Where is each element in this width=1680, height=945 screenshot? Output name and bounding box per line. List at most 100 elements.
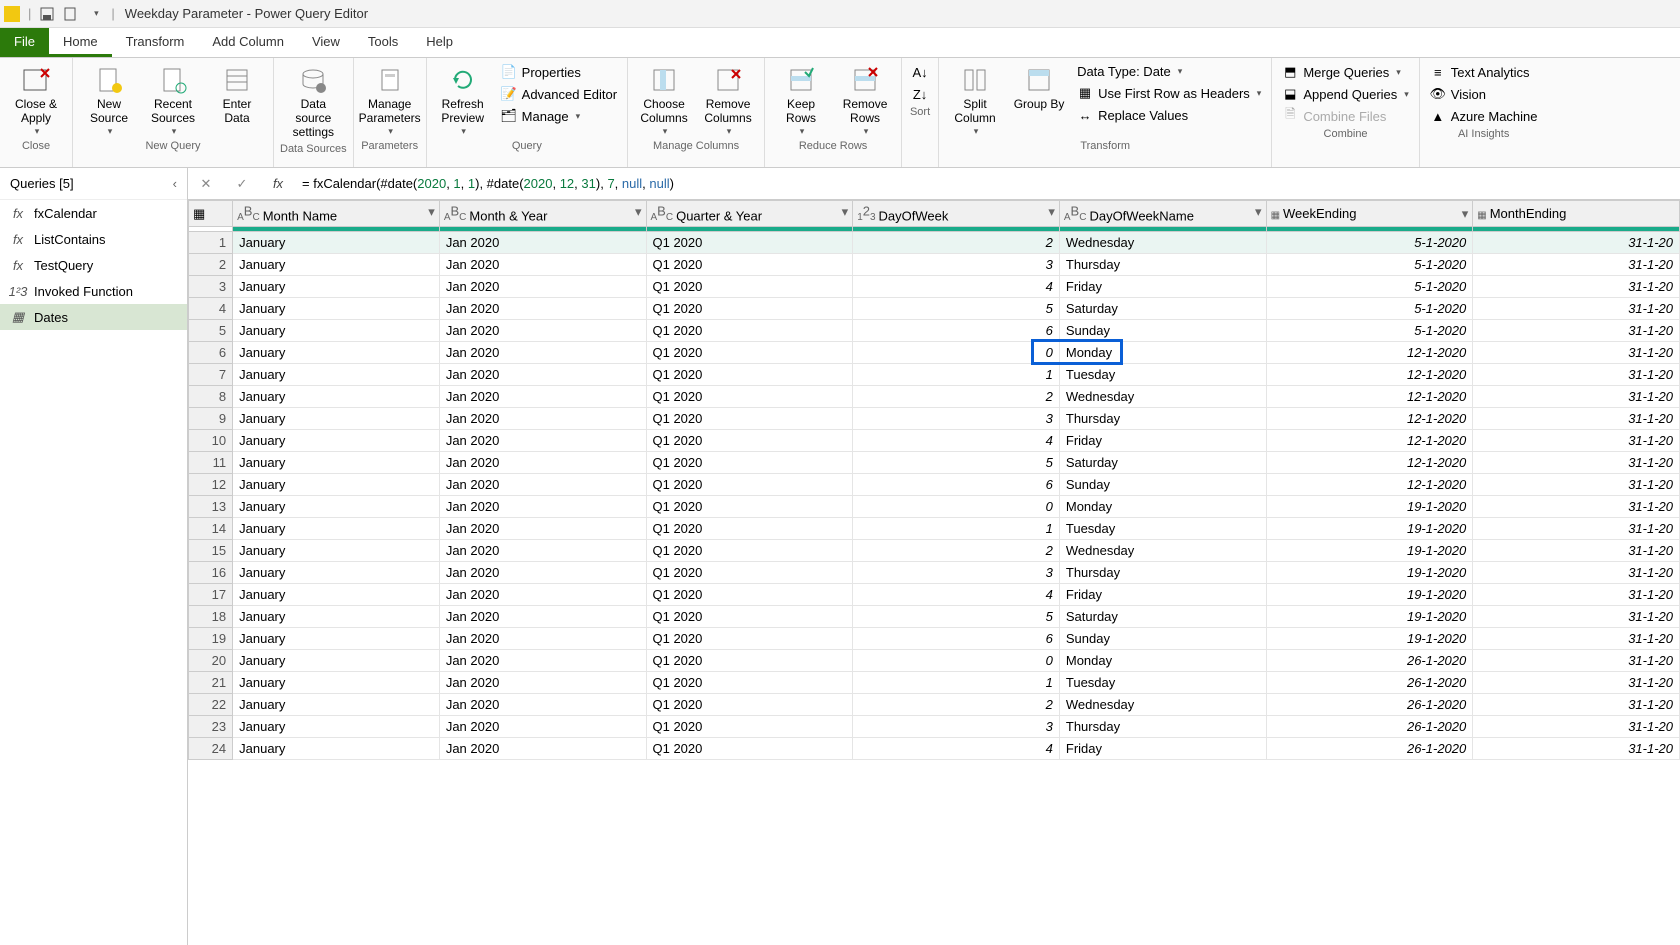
row-number[interactable]: 2 bbox=[189, 254, 233, 276]
cell-month[interactable]: January bbox=[233, 694, 440, 716]
cell-week-ending[interactable]: 12-1-2020 bbox=[1266, 452, 1473, 474]
cell-month-ending[interactable]: 31-1-20 bbox=[1473, 540, 1680, 562]
cell-month-ending[interactable]: 31-1-20 bbox=[1473, 496, 1680, 518]
properties-button[interactable]: 📄Properties bbox=[497, 62, 621, 82]
tab-help[interactable]: Help bbox=[412, 28, 467, 57]
query-item-invoked-function[interactable]: 1²3Invoked Function bbox=[0, 278, 187, 304]
cell-week-ending[interactable]: 5-1-2020 bbox=[1266, 276, 1473, 298]
cell-month-ending[interactable]: 31-1-20 bbox=[1473, 694, 1680, 716]
cell-day-of-week[interactable]: 3 bbox=[853, 716, 1060, 738]
cell-day-of-week-name[interactable]: Wednesday bbox=[1059, 694, 1266, 716]
cell-month-year[interactable]: Jan 2020 bbox=[439, 232, 646, 254]
cell-month-ending[interactable]: 31-1-20 bbox=[1473, 716, 1680, 738]
table-row[interactable]: 7JanuaryJan 2020Q1 20201Tuesday12-1-2020… bbox=[189, 364, 1680, 386]
text-analytics-button[interactable]: ≡Text Analytics bbox=[1426, 62, 1542, 82]
cell-month-year[interactable]: Jan 2020 bbox=[439, 254, 646, 276]
col-quarter-year[interactable]: ABCQuarter & Year▾ bbox=[646, 201, 853, 227]
cell-month[interactable]: January bbox=[233, 232, 440, 254]
table-row[interactable]: 6JanuaryJan 2020Q1 20200Monday12-1-20203… bbox=[189, 342, 1680, 364]
table-row[interactable]: 24JanuaryJan 2020Q1 20204Friday26-1-2020… bbox=[189, 738, 1680, 760]
cell-quarter-year[interactable]: Q1 2020 bbox=[646, 716, 853, 738]
filter-icon[interactable]: ▾ bbox=[842, 204, 849, 220]
table-row[interactable]: 5JanuaryJan 2020Q1 20206Sunday5-1-202031… bbox=[189, 320, 1680, 342]
cell-month[interactable]: January bbox=[233, 364, 440, 386]
cell-month-year[interactable]: Jan 2020 bbox=[439, 276, 646, 298]
cell-week-ending[interactable]: 12-1-2020 bbox=[1266, 474, 1473, 496]
data-grid[interactable]: ▦ ABCMonth Name▾ ABCMonth & Year▾ ABCQua… bbox=[188, 200, 1680, 945]
collapse-pane-icon[interactable]: ‹ bbox=[173, 176, 177, 191]
cell-month-ending[interactable]: 31-1-20 bbox=[1473, 320, 1680, 342]
table-row[interactable]: 2JanuaryJan 2020Q1 20203Thursday5-1-2020… bbox=[189, 254, 1680, 276]
cell-quarter-year[interactable]: Q1 2020 bbox=[646, 474, 853, 496]
cell-day-of-week[interactable]: 3 bbox=[853, 408, 1060, 430]
cell-week-ending[interactable]: 26-1-2020 bbox=[1266, 694, 1473, 716]
cell-month-year[interactable]: Jan 2020 bbox=[439, 672, 646, 694]
filter-icon[interactable]: ▾ bbox=[635, 204, 642, 220]
cell-day-of-week[interactable]: 4 bbox=[853, 276, 1060, 298]
cell-day-of-week-name[interactable]: Wednesday bbox=[1059, 386, 1266, 408]
cell-month-ending[interactable]: 31-1-20 bbox=[1473, 606, 1680, 628]
filter-icon[interactable]: ▾ bbox=[1048, 204, 1055, 220]
qat-more-icon[interactable] bbox=[86, 5, 104, 23]
cell-day-of-week-name[interactable]: Sunday bbox=[1059, 474, 1266, 496]
recent-sources-button[interactable]: Recent Sources bbox=[143, 62, 203, 138]
cell-month-ending[interactable]: 31-1-20 bbox=[1473, 342, 1680, 364]
cell-day-of-week-name[interactable]: Saturday bbox=[1059, 452, 1266, 474]
table-row[interactable]: 10JanuaryJan 2020Q1 20204Friday12-1-2020… bbox=[189, 430, 1680, 452]
cell-month-year[interactable]: Jan 2020 bbox=[439, 386, 646, 408]
cell-week-ending[interactable]: 26-1-2020 bbox=[1266, 650, 1473, 672]
row-number[interactable]: 15 bbox=[189, 540, 233, 562]
cell-day-of-week-name[interactable]: Monday bbox=[1059, 496, 1266, 518]
row-number[interactable]: 24 bbox=[189, 738, 233, 760]
cell-day-of-week[interactable]: 5 bbox=[853, 452, 1060, 474]
cell-quarter-year[interactable]: Q1 2020 bbox=[646, 496, 853, 518]
cell-month-year[interactable]: Jan 2020 bbox=[439, 408, 646, 430]
enter-data-button[interactable]: Enter Data bbox=[207, 62, 267, 128]
cell-week-ending[interactable]: 12-1-2020 bbox=[1266, 430, 1473, 452]
cell-quarter-year[interactable]: Q1 2020 bbox=[646, 320, 853, 342]
cell-month[interactable]: January bbox=[233, 738, 440, 760]
table-row[interactable]: 3JanuaryJan 2020Q1 20204Friday5-1-202031… bbox=[189, 276, 1680, 298]
cell-week-ending[interactable]: 19-1-2020 bbox=[1266, 518, 1473, 540]
cell-quarter-year[interactable]: Q1 2020 bbox=[646, 364, 853, 386]
row-number[interactable]: 1 bbox=[189, 232, 233, 254]
cell-month-year[interactable]: Jan 2020 bbox=[439, 320, 646, 342]
row-number[interactable]: 16 bbox=[189, 562, 233, 584]
cell-month[interactable]: January bbox=[233, 474, 440, 496]
filter-icon[interactable]: ▾ bbox=[1462, 206, 1469, 222]
table-row[interactable]: 12JanuaryJan 2020Q1 20206Sunday12-1-2020… bbox=[189, 474, 1680, 496]
cell-month-year[interactable]: Jan 2020 bbox=[439, 738, 646, 760]
cell-week-ending[interactable]: 19-1-2020 bbox=[1266, 584, 1473, 606]
cell-quarter-year[interactable]: Q1 2020 bbox=[646, 232, 853, 254]
combine-files-button[interactable]: 🗎Combine Files bbox=[1278, 106, 1412, 126]
table-row[interactable]: 19JanuaryJan 2020Q1 20206Sunday19-1-2020… bbox=[189, 628, 1680, 650]
cell-day-of-week-name[interactable]: Sunday bbox=[1059, 320, 1266, 342]
cell-month[interactable]: January bbox=[233, 430, 440, 452]
cell-quarter-year[interactable]: Q1 2020 bbox=[646, 650, 853, 672]
filter-icon[interactable]: ▾ bbox=[428, 204, 435, 220]
cell-day-of-week[interactable]: 2 bbox=[853, 232, 1060, 254]
row-number[interactable]: 9 bbox=[189, 408, 233, 430]
cell-month[interactable]: January bbox=[233, 320, 440, 342]
sort-desc-button[interactable]: Z↓ bbox=[908, 84, 932, 104]
table-row[interactable]: 21JanuaryJan 2020Q1 20201Tuesday26-1-202… bbox=[189, 672, 1680, 694]
manage-parameters-button[interactable]: Manage Parameters bbox=[360, 62, 420, 138]
query-item-dates[interactable]: ▦Dates bbox=[0, 304, 187, 330]
cell-week-ending[interactable]: 12-1-2020 bbox=[1266, 364, 1473, 386]
row-number[interactable]: 14 bbox=[189, 518, 233, 540]
row-number[interactable]: 20 bbox=[189, 650, 233, 672]
col-month-year[interactable]: ABCMonth & Year▾ bbox=[439, 201, 646, 227]
cell-day-of-week-name[interactable]: Saturday bbox=[1059, 606, 1266, 628]
cell-day-of-week[interactable]: 1 bbox=[853, 518, 1060, 540]
row-number[interactable]: 21 bbox=[189, 672, 233, 694]
cell-day-of-week-name[interactable]: Friday bbox=[1059, 430, 1266, 452]
cell-day-of-week[interactable]: 0 bbox=[853, 650, 1060, 672]
cell-quarter-year[interactable]: Q1 2020 bbox=[646, 298, 853, 320]
query-item-fxcalendar[interactable]: fxfxCalendar bbox=[0, 200, 187, 226]
cell-day-of-week-name[interactable]: Thursday bbox=[1059, 254, 1266, 276]
cell-month-year[interactable]: Jan 2020 bbox=[439, 606, 646, 628]
cell-quarter-year[interactable]: Q1 2020 bbox=[646, 254, 853, 276]
remove-rows-button[interactable]: Remove Rows bbox=[835, 62, 895, 138]
cell-month[interactable]: January bbox=[233, 716, 440, 738]
table-row[interactable]: 8JanuaryJan 2020Q1 20202Wednesday12-1-20… bbox=[189, 386, 1680, 408]
